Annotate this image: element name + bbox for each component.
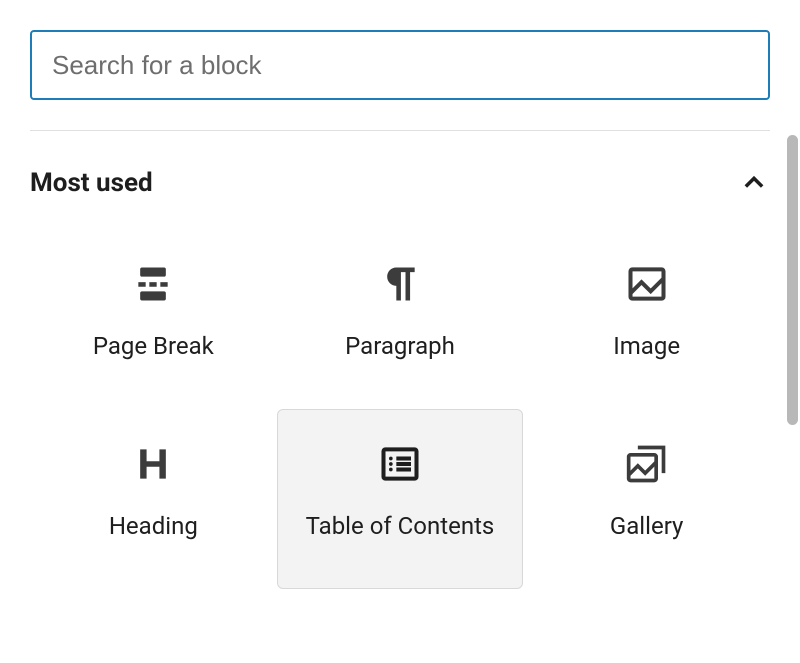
block-label: Paragraph <box>345 330 455 362</box>
image-icon <box>623 260 671 308</box>
block-label: Gallery <box>610 510 684 542</box>
chevron-up-icon <box>738 167 770 199</box>
block-label: Heading <box>109 510 198 542</box>
block-item-page-break[interactable]: Page Break <box>30 229 277 409</box>
block-label: Page Break <box>93 330 214 362</box>
table-of-contents-icon <box>376 440 424 488</box>
heading-icon <box>129 440 177 488</box>
block-item-heading[interactable]: Heading <box>30 409 277 589</box>
gallery-icon <box>623 440 671 488</box>
scrollbar[interactable] <box>787 135 798 425</box>
block-label: Image <box>613 330 680 362</box>
page-break-icon <box>129 260 177 308</box>
block-item-image[interactable]: Image <box>523 229 770 409</box>
section-title: Most used <box>30 168 153 198</box>
search-input[interactable] <box>30 30 770 100</box>
block-item-paragraph[interactable]: Paragraph <box>277 229 524 409</box>
blocks-grid: Page Break Paragraph Image <box>30 229 770 609</box>
divider <box>30 130 770 131</box>
block-item-gallery[interactable]: Gallery <box>523 409 770 589</box>
block-item-table-of-contents[interactable]: Table of Contents <box>277 409 524 589</box>
paragraph-icon <box>376 260 424 308</box>
block-label: Table of Contents <box>306 510 495 542</box>
section-header[interactable]: Most used <box>30 135 770 229</box>
